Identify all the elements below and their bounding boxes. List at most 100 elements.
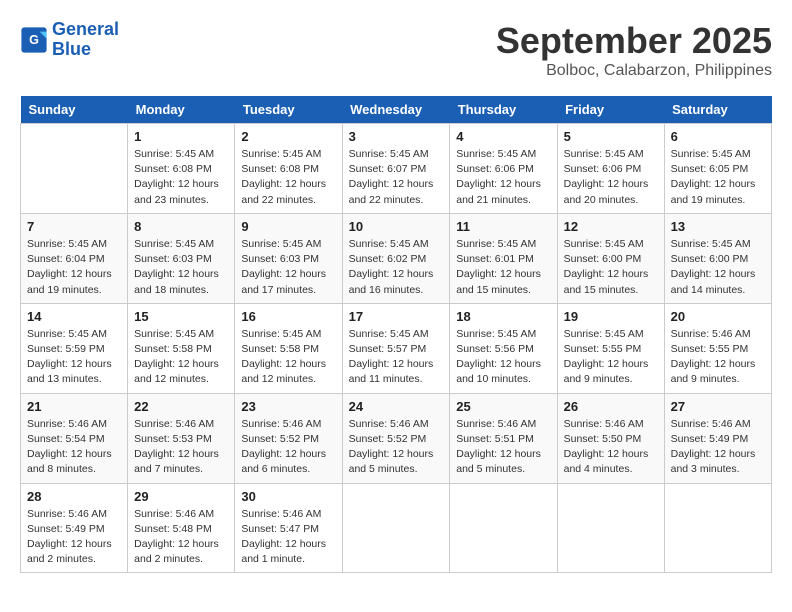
- calendar-cell: 27Sunrise: 5:46 AM Sunset: 5:49 PM Dayli…: [664, 393, 771, 483]
- calendar-cell: 26 Sunrise: 5:46 AM Sunset: 5:50 PM Dayli…: [557, 393, 664, 483]
- day-number: 29: [134, 489, 228, 504]
- day-number: 8: [134, 219, 228, 234]
- day-info: Sunrise: 5:46 AM Sunset: 5:52 PM Dayligh…: [349, 417, 444, 478]
- day-info: Sunrise: 5:45 AM Sunset: 6:08 PM Dayligh…: [241, 147, 335, 208]
- weekday-header-friday: Friday: [557, 96, 664, 124]
- calendar-cell: 17 Sunrise: 5:45 AM Sunset: 5:57 PM Dayli…: [342, 303, 450, 393]
- day-info: Sunrise: 5:46 AM Sunset: 5:50 PM Dayligh…: [564, 417, 658, 478]
- calendar-cell: 10Sunrise: 5:45 AM Sunset: 6:02 PM Dayli…: [342, 213, 450, 303]
- day-info: Sunrise: 5:46 AM Sunset: 5:49 PM Dayligh…: [671, 417, 765, 478]
- calendar-cell: 23 Sunrise: 5:46 AM Sunset: 5:52 PM Dayli…: [235, 393, 342, 483]
- calendar-cell: 18 Sunrise: 5:45 AM Sunset: 5:56 PM Dayli…: [450, 303, 557, 393]
- calendar-cell: [557, 483, 664, 573]
- day-info: Sunrise: 5:46 AM Sunset: 5:51 PM Dayligh…: [456, 417, 550, 478]
- day-number: 28: [27, 489, 121, 504]
- day-number: 14: [27, 309, 121, 324]
- weekday-header-wednesday: Wednesday: [342, 96, 450, 124]
- calendar-cell: 22 Sunrise: 5:46 AM Sunset: 5:53 PM Dayli…: [128, 393, 235, 483]
- calendar-cell: 30 Sunrise: 5:46 AM Sunset: 5:47 PM Dayli…: [235, 483, 342, 573]
- day-number: 22: [134, 399, 228, 414]
- day-info: Sunrise: 5:45 AM Sunset: 6:02 PM Dayligh…: [349, 237, 444, 298]
- day-number: 11: [456, 219, 550, 234]
- day-info: Sunrise: 5:45 AM Sunset: 6:07 PM Dayligh…: [349, 147, 444, 208]
- day-number: 17: [349, 309, 444, 324]
- calendar-cell: 9Sunrise: 5:45 AM Sunset: 6:03 PM Daylig…: [235, 213, 342, 303]
- day-number: 16: [241, 309, 335, 324]
- day-info: Sunrise: 5:46 AM Sunset: 5:55 PM Dayligh…: [671, 327, 765, 388]
- day-info: Sunrise: 5:46 AM Sunset: 5:54 PM Dayligh…: [27, 417, 121, 478]
- calendar-cell: 29 Sunrise: 5:46 AM Sunset: 5:48 PM Dayli…: [128, 483, 235, 573]
- day-number: 20: [671, 309, 765, 324]
- calendar-cell: 4 Sunrise: 5:45 AM Sunset: 6:06 PM Daylig…: [450, 124, 557, 214]
- day-info: Sunrise: 5:45 AM Sunset: 6:01 PM Dayligh…: [456, 237, 550, 298]
- calendar-cell: 15Sunrise: 5:45 AM Sunset: 5:58 PM Dayli…: [128, 303, 235, 393]
- day-info: Sunrise: 5:45 AM Sunset: 6:00 PM Dayligh…: [564, 237, 658, 298]
- calendar-cell: [664, 483, 771, 573]
- day-info: Sunrise: 5:46 AM Sunset: 5:49 PM Dayligh…: [27, 507, 121, 568]
- calendar-table: SundayMondayTuesdayWednesdayThursdayFrid…: [20, 96, 772, 573]
- calendar-cell: 6Sunrise: 5:45 AM Sunset: 6:05 PM Daylig…: [664, 124, 771, 214]
- calendar-cell: 7 Sunrise: 5:45 AM Sunset: 6:04 PM Daylig…: [21, 213, 128, 303]
- calendar-cell: 28 Sunrise: 5:46 AM Sunset: 5:49 PM Dayli…: [21, 483, 128, 573]
- weekday-header-monday: Monday: [128, 96, 235, 124]
- day-info: Sunrise: 5:45 AM Sunset: 6:04 PM Dayligh…: [27, 237, 121, 298]
- calendar-week-row: 21 Sunrise: 5:46 AM Sunset: 5:54 PM Dayli…: [21, 393, 772, 483]
- day-number: 26: [564, 399, 658, 414]
- page-header: G General Blue September 2025 Bolboc, Ca…: [20, 20, 772, 80]
- day-number: 1: [134, 129, 228, 144]
- day-info: Sunrise: 5:45 AM Sunset: 5:55 PM Dayligh…: [564, 327, 658, 388]
- month-title: September 2025: [496, 20, 772, 62]
- calendar-cell: 16 Sunrise: 5:45 AM Sunset: 5:58 PM Dayli…: [235, 303, 342, 393]
- weekday-header-row: SundayMondayTuesdayWednesdayThursdayFrid…: [21, 96, 772, 124]
- day-number: 13: [671, 219, 765, 234]
- location-title: Bolboc, Calabarzon, Philippines: [496, 62, 772, 80]
- calendar-cell: 5 Sunrise: 5:45 AM Sunset: 6:06 PM Daylig…: [557, 124, 664, 214]
- day-number: 30: [241, 489, 335, 504]
- svg-text:G: G: [29, 33, 39, 47]
- day-info: Sunrise: 5:45 AM Sunset: 6:03 PM Dayligh…: [134, 237, 228, 298]
- day-number: 5: [564, 129, 658, 144]
- calendar-week-row: 28 Sunrise: 5:46 AM Sunset: 5:49 PM Dayli…: [21, 483, 772, 573]
- day-info: Sunrise: 5:46 AM Sunset: 5:53 PM Dayligh…: [134, 417, 228, 478]
- day-info: Sunrise: 5:45 AM Sunset: 6:00 PM Dayligh…: [671, 237, 765, 298]
- weekday-header-saturday: Saturday: [664, 96, 771, 124]
- calendar-cell: 14Sunrise: 5:45 AM Sunset: 5:59 PM Dayli…: [21, 303, 128, 393]
- logo-text: General Blue: [52, 20, 119, 60]
- calendar-cell: [21, 124, 128, 214]
- day-number: 19: [564, 309, 658, 324]
- calendar-cell: 2 Sunrise: 5:45 AM Sunset: 6:08 PM Daylig…: [235, 124, 342, 214]
- day-info: Sunrise: 5:45 AM Sunset: 5:57 PM Dayligh…: [349, 327, 444, 388]
- day-number: 18: [456, 309, 550, 324]
- day-number: 23: [241, 399, 335, 414]
- calendar-cell: 24 Sunrise: 5:46 AM Sunset: 5:52 PM Dayli…: [342, 393, 450, 483]
- day-number: 21: [27, 399, 121, 414]
- calendar-cell: 21 Sunrise: 5:46 AM Sunset: 5:54 PM Dayli…: [21, 393, 128, 483]
- day-info: Sunrise: 5:45 AM Sunset: 6:06 PM Dayligh…: [564, 147, 658, 208]
- day-number: 2: [241, 129, 335, 144]
- weekday-header-sunday: Sunday: [21, 96, 128, 124]
- day-info: Sunrise: 5:45 AM Sunset: 5:58 PM Dayligh…: [134, 327, 228, 388]
- day-info: Sunrise: 5:46 AM Sunset: 5:47 PM Dayligh…: [241, 507, 335, 568]
- day-info: Sunrise: 5:45 AM Sunset: 5:58 PM Dayligh…: [241, 327, 335, 388]
- title-area: September 2025 Bolboc, Calabarzon, Phili…: [496, 20, 772, 80]
- day-number: 25: [456, 399, 550, 414]
- day-number: 7: [27, 219, 121, 234]
- day-number: 24: [349, 399, 444, 414]
- weekday-header-tuesday: Tuesday: [235, 96, 342, 124]
- day-info: Sunrise: 5:46 AM Sunset: 5:48 PM Dayligh…: [134, 507, 228, 568]
- day-info: Sunrise: 5:45 AM Sunset: 6:06 PM Dayligh…: [456, 147, 550, 208]
- day-info: Sunrise: 5:46 AM Sunset: 5:52 PM Dayligh…: [241, 417, 335, 478]
- logo-line2: Blue: [52, 39, 91, 59]
- logo: G General Blue: [20, 20, 119, 60]
- calendar-cell: 3Sunrise: 5:45 AM Sunset: 6:07 PM Daylig…: [342, 124, 450, 214]
- calendar-cell: 13 Sunrise: 5:45 AM Sunset: 6:00 PM Dayli…: [664, 213, 771, 303]
- calendar-week-row: 7 Sunrise: 5:45 AM Sunset: 6:04 PM Daylig…: [21, 213, 772, 303]
- day-number: 6: [671, 129, 765, 144]
- day-number: 12: [564, 219, 658, 234]
- day-info: Sunrise: 5:45 AM Sunset: 5:56 PM Dayligh…: [456, 327, 550, 388]
- day-number: 4: [456, 129, 550, 144]
- calendar-cell: [342, 483, 450, 573]
- calendar-cell: 20 Sunrise: 5:46 AM Sunset: 5:55 PM Dayli…: [664, 303, 771, 393]
- logo-line1: General: [52, 19, 119, 39]
- calendar-week-row: 14Sunrise: 5:45 AM Sunset: 5:59 PM Dayli…: [21, 303, 772, 393]
